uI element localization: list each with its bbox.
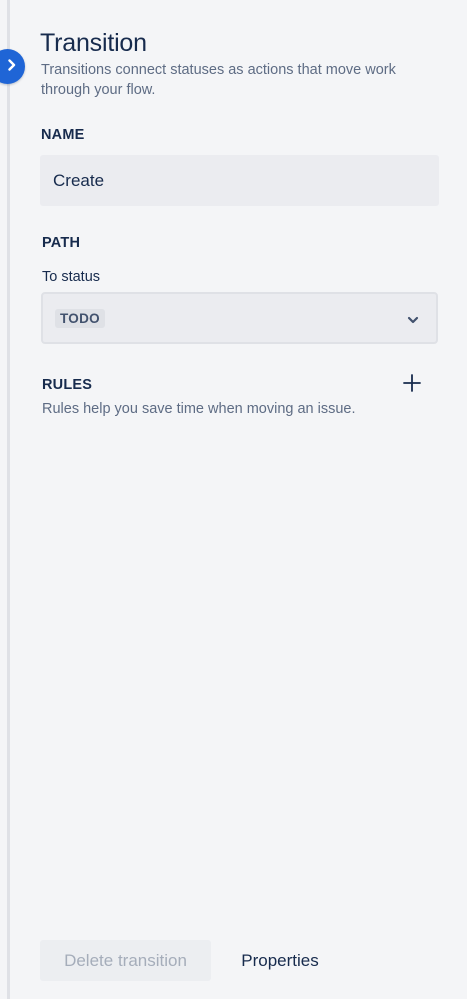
name-section-label: NAME [41, 127, 85, 143]
panel-subtitle: Transitions connect statuses as actions … [41, 62, 396, 98]
transition-name-input[interactable]: Create [40, 155, 439, 206]
rules-section-label: RULES [42, 377, 93, 393]
add-rule-button[interactable] [400, 373, 424, 397]
rules-help-text: Rules help you save time when moving an … [42, 401, 356, 417]
to-status-label: To status [42, 269, 101, 285]
panel-title: Transition [40, 29, 147, 57]
status-lozenge: TODO [55, 308, 105, 328]
transition-name-value: Create [53, 170, 105, 190]
collapse-panel-button[interactable] [0, 49, 25, 84]
panel-left-border [7, 0, 10, 999]
transition-panel: Transition Transitions connect statuses … [0, 0, 467, 999]
delete-transition-button[interactable]: Delete transition [40, 940, 211, 981]
chevron-down-icon [407, 312, 419, 330]
path-section-label: PATH [42, 235, 81, 251]
to-status-select[interactable]: TODO [41, 292, 438, 344]
properties-button[interactable]: Properties [225, 940, 335, 981]
plus-icon [403, 373, 421, 397]
chevron-right-icon [0, 58, 17, 76]
